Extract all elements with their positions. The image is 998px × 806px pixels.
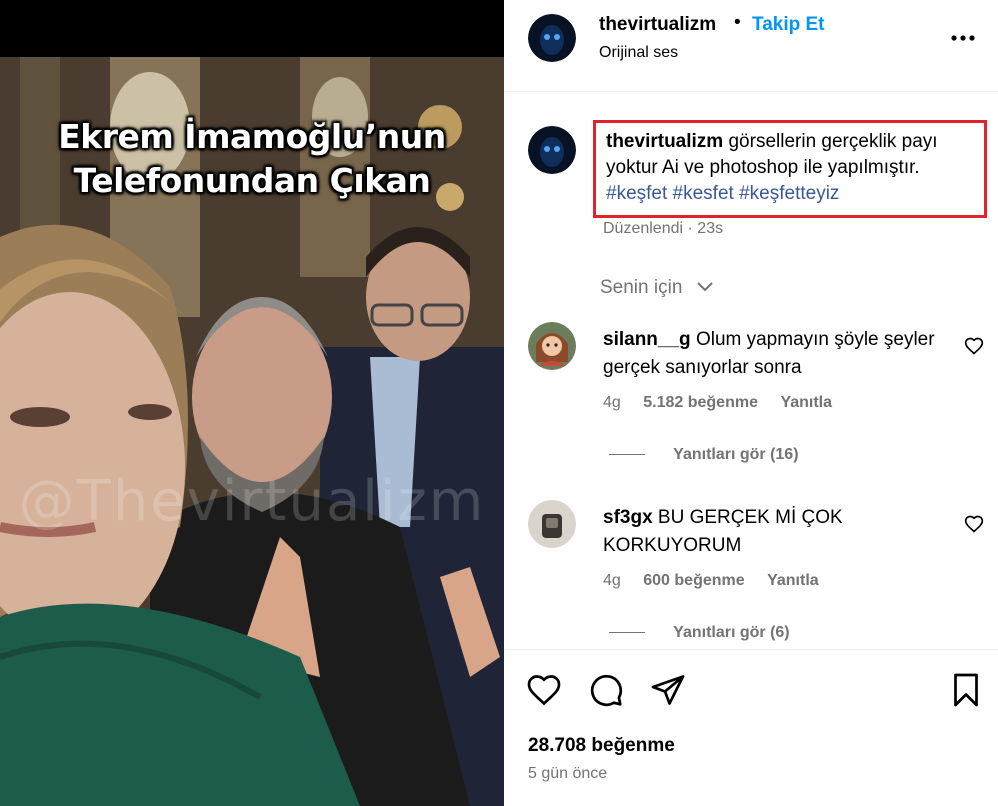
comment-text: silann__g Olum yapmayın şöyle şeyler ger…: [603, 326, 953, 382]
header-separator: •: [734, 12, 741, 33]
post-side-panel: thevirtualizm • Takip Et Orijinal ses th…: [504, 0, 998, 806]
author-avatar[interactable]: [528, 14, 576, 62]
view-replies-button[interactable]: Yanıtları gör (6): [609, 624, 790, 642]
post-actions-bar: 28.708 beğenme 5 gün önce: [504, 649, 998, 806]
post-media[interactable]: @Thevirtualizm Ekrem İmamoğlu’nun Telefo…: [0, 0, 504, 806]
caption-avatar[interactable]: [528, 126, 576, 174]
comment-meta: 4g 5.182 beğenme Yanıtla: [603, 394, 850, 412]
comment-username[interactable]: silann__g: [603, 329, 691, 350]
share-icon[interactable]: [650, 672, 686, 708]
author-username[interactable]: thevirtualizm: [599, 14, 716, 36]
view-replies-label: Yanıtları gör (16): [673, 446, 799, 463]
photo-watermark: @Thevirtualizm: [18, 469, 486, 534]
chevron-down-icon: [696, 277, 714, 299]
comment-likes[interactable]: 600 beğenme: [643, 572, 744, 589]
reply-button[interactable]: Yanıtla: [780, 394, 832, 411]
heart-icon[interactable]: [964, 336, 984, 356]
hashtag-link[interactable]: #keşfet: [606, 183, 667, 204]
comment-sort-label: Senin için: [600, 277, 683, 299]
commenter-avatar[interactable]: [528, 322, 576, 370]
comment-sort-dropdown[interactable]: Senin için: [600, 277, 714, 299]
follow-button[interactable]: Takip Et: [752, 14, 825, 36]
photo-overlay-text-line1: Ekrem İmamoğlu’nun: [58, 117, 446, 156]
comment-meta: 4g 600 beğenme Yanıtla: [603, 572, 837, 590]
view-replies-label: Yanıtları gör (6): [673, 624, 790, 641]
caption-time: 23s: [697, 220, 724, 237]
comment-likes[interactable]: 5.182 beğenme: [643, 394, 758, 411]
replies-divider: [609, 632, 645, 634]
meta-separator: ·: [687, 220, 693, 237]
caption-username[interactable]: thevirtualizm: [606, 131, 723, 152]
media-letterbox: [0, 0, 504, 57]
comment-icon[interactable]: [588, 672, 624, 708]
comment-time: 4g: [603, 572, 621, 589]
caption-meta: Düzenlendi · 23s: [603, 220, 723, 238]
heart-icon[interactable]: [964, 514, 984, 534]
comment-text: sf3gx BU GERÇEK Mİ ÇOK KORKUYORUM: [603, 504, 953, 560]
replies-divider: [609, 454, 645, 456]
comment-username[interactable]: sf3gx: [603, 507, 653, 528]
more-options-icon[interactable]: [950, 28, 976, 48]
hashtag-link[interactable]: #keşfetteyiz: [739, 183, 839, 204]
post-date: 5 gün önce: [528, 765, 608, 782]
bookmark-icon[interactable]: [948, 672, 984, 708]
edited-label: Düzenlendi: [603, 220, 684, 237]
post-likes-count[interactable]: 28.708 beğenme: [528, 735, 675, 757]
photo-overlay-text-line2: Telefonundan Çıkan: [73, 161, 431, 200]
view-replies-button[interactable]: Yanıtları gör (16): [609, 446, 799, 464]
hashtag-link[interactable]: #kesfet: [673, 183, 734, 204]
reply-button[interactable]: Yanıtla: [767, 572, 819, 589]
heart-icon[interactable]: [526, 672, 562, 708]
caption-text: thevirtualizm görsellerin gerçeklik payı…: [606, 129, 974, 207]
commenter-avatar[interactable]: [528, 500, 576, 548]
caption-highlight-box: thevirtualizm görsellerin gerçeklik payı…: [593, 120, 987, 218]
comment-time: 4g: [603, 394, 621, 411]
post-header: thevirtualizm • Takip Et Orijinal ses: [504, 0, 998, 92]
audio-label[interactable]: Orijinal ses: [599, 44, 678, 62]
